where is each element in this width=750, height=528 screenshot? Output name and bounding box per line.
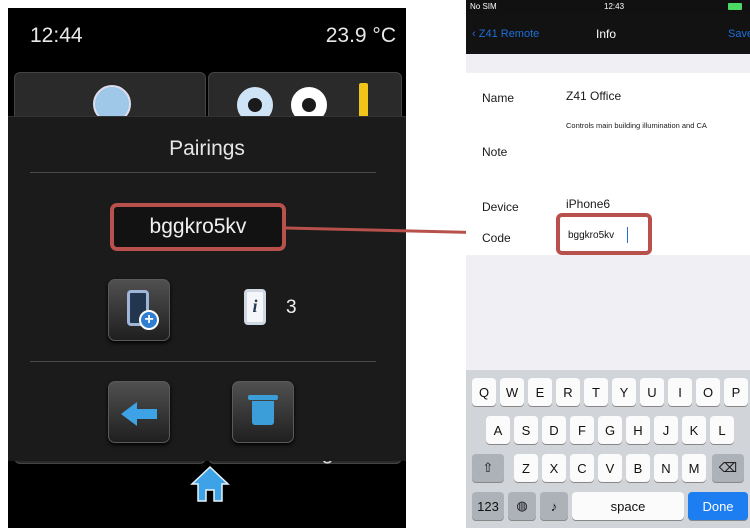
- iphone-screen: No SIM 12:43 ‹ Z41 Remote Info Save Name…: [466, 0, 750, 528]
- save-button[interactable]: Save: [728, 28, 750, 40]
- name-field[interactable]: Z41 Office: [566, 89, 621, 103]
- key-a[interactable]: A: [486, 416, 510, 444]
- home-icon[interactable]: [190, 464, 230, 504]
- text-caret: [627, 227, 628, 243]
- globe-key[interactable]: ◍: [508, 492, 536, 520]
- key-b[interactable]: B: [626, 454, 650, 482]
- key-l[interactable]: L: [710, 416, 734, 444]
- key-h[interactable]: H: [626, 416, 650, 444]
- carrier-label: No SIM: [470, 2, 497, 11]
- key-d[interactable]: D: [542, 416, 566, 444]
- delete-button[interactable]: [232, 381, 294, 443]
- status-clock: 12:43: [604, 2, 625, 11]
- paired-device-count: 3: [286, 297, 297, 318]
- code-input[interactable]: bggkro5kv: [556, 213, 652, 255]
- back-link[interactable]: ‹ Z41 Remote: [472, 28, 539, 40]
- device-temperature: 23.9 °C: [325, 24, 396, 47]
- thermostat-device-screen: 12:44 23.9 °C Calibración Pairings Pairi…: [8, 8, 406, 528]
- key-p[interactable]: P: [724, 378, 748, 406]
- status-bar: No SIM 12:43: [466, 0, 750, 14]
- back-button[interactable]: [108, 381, 170, 443]
- key-t[interactable]: T: [584, 378, 608, 406]
- divider: [30, 361, 376, 362]
- shift-key[interactable]: ⇧: [472, 454, 504, 482]
- key-q[interactable]: Q: [472, 378, 496, 406]
- key-f[interactable]: F: [570, 416, 594, 444]
- key-u[interactable]: U: [640, 378, 664, 406]
- key-i[interactable]: I: [668, 378, 692, 406]
- key-n[interactable]: N: [654, 454, 678, 482]
- key-k[interactable]: K: [682, 416, 706, 444]
- key-y[interactable]: Y: [612, 378, 636, 406]
- device-field[interactable]: iPhone6: [566, 197, 610, 211]
- backspace-key[interactable]: ⌫: [712, 454, 744, 482]
- device-label: Device: [482, 200, 519, 214]
- pairings-dialog: Pairings bggkro5kv + i 3: [8, 116, 406, 461]
- add-device-button[interactable]: +: [108, 279, 170, 341]
- numbers-key[interactable]: 123: [472, 492, 504, 520]
- code-input-value: bggkro5kv: [568, 230, 615, 241]
- key-s[interactable]: S: [514, 416, 538, 444]
- key-v[interactable]: V: [598, 454, 622, 482]
- info-form: Name Z41 Office Note Controls main build…: [466, 73, 750, 255]
- pairings-title: Pairings: [169, 137, 245, 160]
- device-clock: 12:44: [30, 24, 83, 47]
- device-info-icon: i: [244, 289, 266, 325]
- note-label: Note: [482, 145, 508, 159]
- key-r[interactable]: R: [556, 378, 580, 406]
- key-x[interactable]: X: [542, 454, 566, 482]
- nav-title: Info: [596, 27, 617, 41]
- key-e[interactable]: E: [528, 378, 552, 406]
- key-m[interactable]: M: [682, 454, 706, 482]
- battery-icon: [728, 3, 742, 10]
- trash-lid: [248, 395, 278, 400]
- name-label: Name: [482, 91, 515, 105]
- trash-icon: [252, 401, 274, 425]
- navigation-bar: ‹ Z41 Remote Info Save: [466, 14, 750, 54]
- space-key[interactable]: space: [572, 492, 684, 520]
- key-g[interactable]: G: [598, 416, 622, 444]
- dictation-key[interactable]: ♪: [540, 492, 568, 520]
- add-device-icon: +: [139, 310, 159, 330]
- key-j[interactable]: J: [654, 416, 678, 444]
- back-arrow-shaft: [135, 409, 157, 419]
- note-field[interactable]: Controls main building illumination and …: [566, 121, 726, 130]
- key-c[interactable]: C: [570, 454, 594, 482]
- key-o[interactable]: O: [696, 378, 720, 406]
- back-link-label: Z41 Remote: [478, 28, 540, 40]
- done-key[interactable]: Done: [688, 492, 748, 520]
- pairing-code-display: bggkro5kv: [110, 203, 286, 251]
- key-w[interactable]: W: [500, 378, 524, 406]
- onscreen-keyboard: Q W E R T Y U I O P A S D F G H J K L ⇧ Z X C V B N M ⌫ 123 ◍ ♪ space Do…: [466, 370, 750, 528]
- key-z[interactable]: Z: [514, 454, 538, 482]
- divider: [30, 172, 376, 173]
- code-label: Code: [482, 231, 511, 245]
